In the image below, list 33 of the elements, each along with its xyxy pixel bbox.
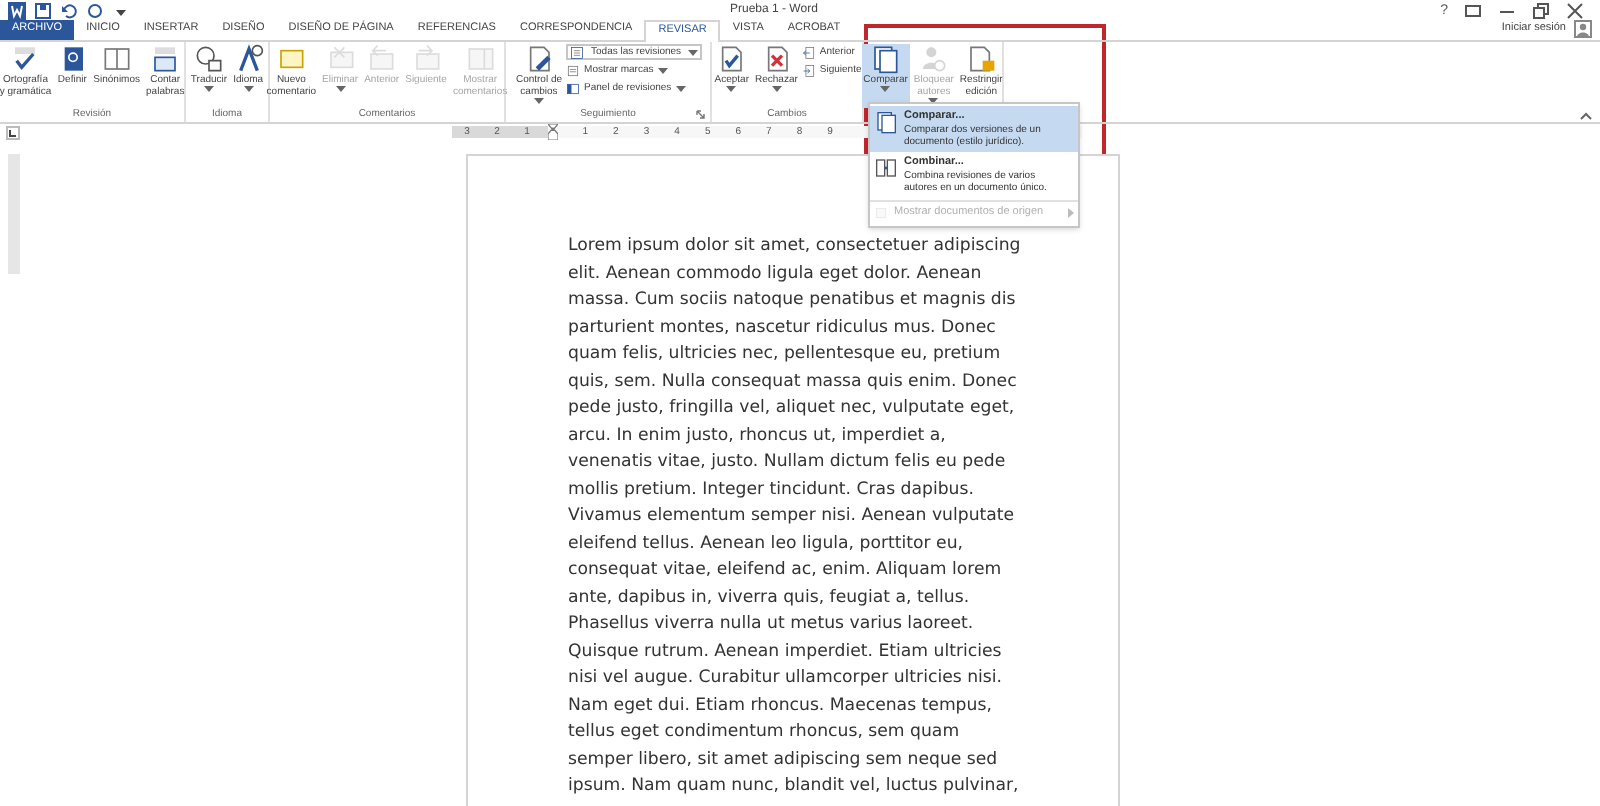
indent-marker-icon[interactable] — [548, 124, 558, 140]
collapse-ribbon-icon[interactable] — [1580, 112, 1592, 120]
dialog-launcher-icon[interactable] — [696, 110, 706, 120]
word-count-icon — [150, 44, 181, 74]
pane-icon — [566, 81, 581, 95]
document-icon — [874, 206, 888, 220]
tab-selector-icon[interactable] — [6, 126, 20, 140]
compare-documents-icon — [870, 44, 901, 74]
word-logo-icon[interactable] — [8, 2, 26, 20]
save-icon[interactable] — [34, 2, 52, 20]
combine-documents-icon — [874, 156, 898, 180]
spell-check-icon — [10, 44, 41, 74]
comments-pane-icon — [465, 44, 496, 74]
vertical-ruler — [8, 154, 20, 274]
undo-icon[interactable] — [60, 2, 78, 20]
document-lock-icon — [966, 44, 997, 74]
person-block-icon — [918, 44, 949, 74]
document-text: Lorem ipsum dolor sit amet, consectetuer adipiscing elit. Aenean commodo ligula eget dolor. Aenean massa. Cum sociis natoque penatibus et magnis dis parturient montes, nascetur ridiculus mus. Donec quam felis, ultricies nec, pellentesque eu, pretium quis, sem. Nulla consequat massa quis enim. Donec pede justo, fringilla vel, aliquet nec, vulputate eget, arcu. In enim justo, rhoncus ut, imperdiet a, venenatis vitae, justo. Nullam dictum felis eu pede mollis pretium. Integer tincidunt. Cras dapibus. Vivamus elementum semper nisi. Aenean vulputate eleifend tellus. Aenean leo ligula, porttitor eu, consequat vitae, eleifend ac, enim. Aliquam lorem ante, dapibus in, viverra quis, feugiat a, tellus. Phasellus viverra nulla ut metus varius laoreet. Quisque rutrum. Aenean imperdiet. Etiam ultricies nisi vel augue. Curabitur ullamcorper ultricies nisi. Nam eget dui. Etiam rhoncus. Maecenas tempus, tellus eget condimentum rhoncus, sem quam semper libero, sit amet adipiscing sem neque sed ipsum. Nam quam nunc, blandit vel, luctus pulvinar, — [568, 234, 1023, 800]
close-icon[interactable] — [1566, 2, 1584, 20]
comment-delete-icon — [325, 44, 356, 74]
compare-documents-icon — [874, 110, 898, 134]
accept-icon — [716, 44, 747, 74]
comment-next-icon — [411, 44, 442, 74]
markup-icon — [570, 45, 585, 59]
user-avatar-icon — [1574, 20, 1592, 38]
comment-previous-icon — [366, 44, 397, 74]
previous-change-icon — [801, 45, 816, 59]
comment-icon — [276, 44, 307, 74]
markup-list-icon — [566, 63, 581, 77]
restore-icon[interactable] — [1532, 2, 1550, 20]
display-options-icon[interactable] — [1464, 2, 1482, 20]
next-change-icon — [801, 63, 816, 77]
submenu-arrow-icon — [1068, 208, 1074, 218]
